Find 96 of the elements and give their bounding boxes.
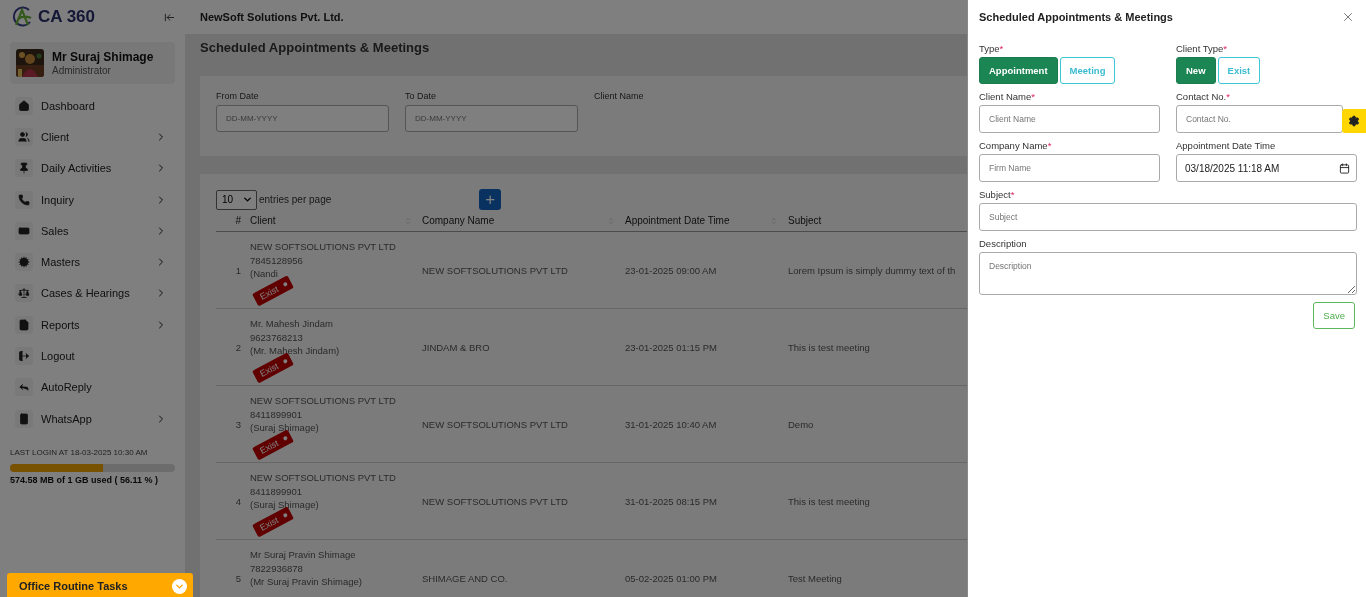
table-cell: 31-01-2025 08:15 PM (625, 463, 788, 540)
logo-text: CA 360 (38, 7, 95, 27)
drawer-title: Scheduled Appointments & Meetings (979, 10, 1173, 23)
required-mark: * (1223, 43, 1228, 54)
document-icon (15, 315, 33, 334)
filter-label: Client Name (594, 91, 645, 101)
filter-label: From Date (216, 91, 260, 101)
page-title: Scheduled Appointments & Meetings (200, 40, 431, 55)
client-text: Mr. Mahesh Jindam (250, 317, 333, 331)
storage-reading: 574.58 MB of 1 GB used ( 56.11 % ) (10, 475, 160, 486)
page-size-select[interactable]: 10 (216, 189, 257, 210)
menu-item[interactable]: Dashboard (10, 90, 175, 122)
input-field[interactable]: Contact No. (1176, 105, 1343, 133)
toggle-option[interactable]: Appointment (979, 57, 1058, 84)
menu-item[interactable]: Cases & Hearings (10, 277, 175, 310)
page-size-label: entries per page (259, 194, 332, 205)
add-button[interactable]: + (479, 189, 502, 210)
table-cell: SHIMAGE AND CO. (422, 540, 625, 597)
menu-item[interactable]: Client (10, 121, 175, 153)
user-name: Mr Suraj Shimage (52, 50, 154, 64)
client-text: (Mr Suraj Pravin Shimage) (250, 575, 362, 589)
menu-item[interactable]: Logout (10, 340, 175, 372)
reply-icon (15, 378, 33, 397)
row-number: 2 (216, 309, 250, 386)
chevron-icon (172, 578, 187, 594)
required-mark: * (1010, 189, 1015, 200)
table-cell: NEW SOFTSOLUTIONS PVT LTD (422, 232, 625, 309)
field-label: Company Name (979, 140, 1048, 151)
menu-item[interactable]: Reports (10, 309, 175, 341)
filter-label: To Date (405, 91, 438, 101)
date-field[interactable]: DD-MM-YYYY (216, 105, 389, 132)
field-label: Appointment Date Time (1176, 140, 1276, 151)
client-text: 7822936878 (250, 561, 303, 575)
input-field[interactable]: Firm Name (979, 154, 1160, 182)
client-text: NEW SOFTSOLUTIONS PVT LTD (250, 394, 396, 408)
row-number: 5 (216, 540, 250, 597)
last-login-text: LAST LOGIN AT 18-03-2025 10:30 AM (10, 448, 149, 458)
required-mark: * (1047, 140, 1052, 151)
menu-item[interactable]: Sales (10, 215, 175, 247)
save-button[interactable]: Save (1313, 302, 1355, 329)
field-label: Subject (979, 189, 1011, 200)
table-cell: 23-01-2025 09:00 AM (625, 232, 788, 309)
house-icon (15, 96, 33, 115)
collapse-sidebar-icon[interactable] (164, 11, 175, 23)
client-text: 8411899901 (250, 484, 303, 498)
company-name: NewSoft Solutions Pvt. Ltd. (200, 11, 344, 23)
toggle-option[interactable]: New (1176, 57, 1216, 84)
calendar-icon[interactable] (1339, 162, 1350, 174)
input-field[interactable]: Subject (979, 203, 1357, 231)
input-field[interactable]: Client Name (979, 105, 1160, 133)
field-label: Contact No. (1176, 91, 1227, 102)
user-role: Administrator (52, 65, 112, 76)
pin-icon (15, 159, 33, 178)
office-tasks-bar[interactable]: Office Routine Tasks (7, 573, 193, 597)
field-label: Client Type (1176, 43, 1224, 54)
field-label: Client Name (979, 91, 1032, 102)
people-icon (15, 127, 33, 146)
logout-icon (15, 347, 33, 365)
client-text: 9623768213 (250, 330, 303, 344)
client-text: 8411899901 (250, 407, 303, 421)
menu-item[interactable]: AutoReply (10, 371, 175, 403)
menu-item[interactable]: WhatsApp (10, 402, 175, 435)
description-field[interactable]: Description (979, 252, 1357, 295)
table-cell: 31-01-2025 10:40 AM (625, 386, 788, 463)
field-label: Description (979, 238, 1027, 249)
client-text: NEW SOFTSOLUTIONS PVT LTD (250, 471, 396, 485)
client-text: Mr Suraj Pravin Shimage (250, 548, 356, 562)
required-mark: * (999, 43, 1004, 54)
datetime-field[interactable]: 03/18/2025 11:18 AM (1176, 154, 1357, 182)
column-header[interactable]: Appointment Date Time (625, 210, 788, 232)
phone-icon (15, 190, 33, 209)
client-text: NEW SOFTSOLUTIONS PVT LTD (250, 240, 396, 254)
logo-icon (10, 5, 34, 29)
row-number: 3 (216, 386, 250, 463)
menu-item[interactable]: Masters (10, 246, 175, 278)
phone-device-icon (15, 409, 33, 428)
scale-icon (15, 284, 33, 303)
column-header[interactable]: Company Name (422, 210, 625, 232)
menu-item[interactable]: Inquiry (10, 183, 175, 216)
column-header[interactable]: # (216, 210, 250, 232)
settings-icon[interactable] (1342, 109, 1366, 133)
table-cell: JINDAM & BRO (422, 309, 625, 386)
client-text: 7845128956 (250, 253, 303, 267)
required-mark: * (1031, 91, 1035, 102)
table-cell: 05-02-2025 01:00 PM (625, 540, 788, 597)
required-mark: * (1226, 91, 1230, 102)
row-number: 1 (216, 232, 250, 309)
field-label: Type (979, 43, 1000, 54)
menu-item[interactable]: Daily Activities (10, 152, 175, 184)
row-number: 4 (216, 463, 250, 540)
dropdown-caret-icon (242, 194, 253, 205)
date-field[interactable]: DD-MM-YYYY (405, 105, 578, 132)
table-cell: NEW SOFTSOLUTIONS PVT LTD (422, 386, 625, 463)
table-cell: NEW SOFTSOLUTIONS PVT LTD (422, 463, 625, 540)
column-header[interactable]: Client (250, 210, 422, 232)
table-cell: 23-01-2025 01:15 PM (625, 309, 788, 386)
